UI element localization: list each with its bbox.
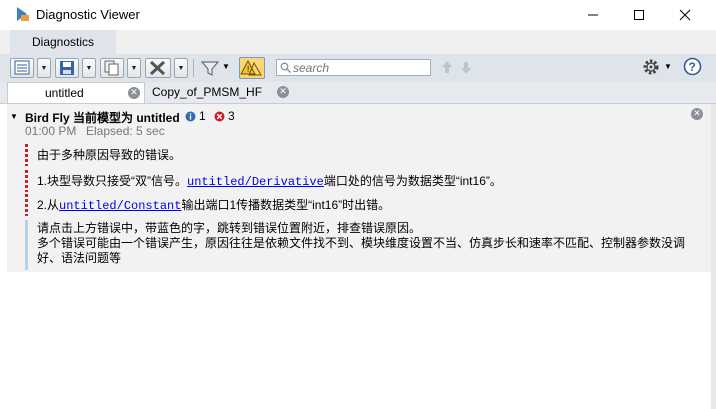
app-icon bbox=[15, 6, 31, 22]
tab-label: Copy_of_PMSM_HF bbox=[152, 85, 263, 99]
tab-copy-of-pmsm-hf[interactable]: Copy_of_PMSM_HF ✕ bbox=[146, 82, 294, 102]
clear-icon bbox=[149, 60, 166, 76]
copy-icon bbox=[104, 60, 119, 76]
maximize-icon bbox=[634, 10, 644, 20]
close-tab-icon[interactable]: ✕ bbox=[128, 87, 140, 99]
info-count: 1 bbox=[199, 109, 206, 123]
copy-button[interactable] bbox=[100, 58, 124, 78]
filter-dropdown[interactable]: ▼ bbox=[222, 62, 230, 71]
copy-dropdown[interactable]: ▼ bbox=[127, 58, 141, 78]
maximize-button[interactable] bbox=[616, 0, 662, 30]
tab-untitled[interactable]: untitled ✕ bbox=[7, 82, 145, 103]
error-marker bbox=[25, 144, 28, 166]
filter-button[interactable] bbox=[199, 58, 221, 78]
settings-dropdown[interactable]: ▼ bbox=[664, 62, 672, 71]
help-button[interactable]: ? bbox=[683, 57, 702, 76]
chevron-down-icon: ▼ bbox=[222, 62, 230, 71]
chevron-down-icon: ▼ bbox=[85, 64, 93, 72]
report-view-button[interactable] bbox=[10, 58, 34, 78]
navigate-up-button[interactable] bbox=[441, 60, 453, 77]
block-link[interactable]: untitled/Constant bbox=[59, 199, 181, 213]
close-tab-icon[interactable]: ✕ bbox=[277, 86, 289, 98]
error-text: 输出端口1传播数据类型“int16”时出错。 bbox=[181, 198, 391, 212]
chevron-down-icon: ▼ bbox=[40, 64, 48, 72]
timestamp: 01:00 PM bbox=[25, 124, 77, 138]
collapse-toggle[interactable]: ▼ bbox=[10, 112, 18, 121]
tab-diagnostics[interactable]: Diagnostics bbox=[10, 30, 116, 54]
filter-icon bbox=[200, 61, 220, 76]
search-icon bbox=[280, 62, 291, 73]
chevron-down-icon: ▼ bbox=[664, 62, 672, 71]
svg-text:?: ? bbox=[689, 60, 696, 74]
close-button[interactable] bbox=[662, 0, 708, 30]
navigate-up-icon bbox=[442, 61, 452, 73]
svg-text:!: ! bbox=[247, 65, 249, 74]
error-count: 3 bbox=[228, 109, 235, 123]
warnings-toggle-icon: ! bbox=[240, 59, 262, 76]
triangle-down-icon: ▼ bbox=[10, 112, 18, 121]
save-dropdown[interactable]: ▼ bbox=[82, 58, 96, 78]
report-view-dropdown[interactable]: ▼ bbox=[37, 58, 51, 78]
dismiss-diagnostic-button[interactable]: ✕ bbox=[691, 108, 703, 120]
error-icon bbox=[214, 111, 225, 122]
help-icon: ? bbox=[683, 57, 702, 76]
scrollbar-track[interactable] bbox=[711, 104, 716, 409]
close-icon: ✕ bbox=[691, 108, 703, 120]
error-text: 2.从 bbox=[37, 198, 60, 212]
error-text: 端口处的信号为数据类型“int16”。 bbox=[323, 174, 502, 188]
info-line: 多个错误可能由一个错误产生，原因往往是依赖文件找不到、模块维度设置不当、仿真步长… bbox=[37, 236, 686, 250]
error-badge bbox=[214, 111, 225, 125]
block-link[interactable]: untitled/Derivative bbox=[187, 175, 324, 189]
clear-dropdown[interactable]: ▼ bbox=[174, 58, 188, 78]
search-field[interactable] bbox=[276, 59, 431, 76]
info-marker bbox=[25, 220, 28, 270]
error-text: 1.块型导数只接受“双”信号。 bbox=[37, 174, 188, 188]
navigate-down-icon bbox=[461, 62, 471, 74]
report-view-icon bbox=[14, 60, 30, 75]
chevron-down-icon: ▼ bbox=[130, 64, 138, 72]
search-input[interactable] bbox=[293, 60, 427, 75]
chevron-down-icon: ▼ bbox=[177, 64, 185, 72]
close-icon bbox=[679, 9, 691, 21]
settings-button[interactable] bbox=[642, 58, 660, 76]
warnings-toggle-button[interactable]: ! bbox=[239, 57, 265, 79]
error-marker bbox=[25, 194, 28, 216]
info-icon bbox=[185, 111, 196, 122]
save-button[interactable] bbox=[55, 58, 79, 78]
window-title: Diagnostic Viewer bbox=[36, 7, 140, 22]
error-message: 2.从untitled/Constant输出端口1传播数据类型“int16”时出… bbox=[37, 196, 390, 213]
minimize-icon bbox=[588, 14, 598, 16]
info-message: 请点击上方错误中，带蓝色的字，跳转到错误位置附近，排查错误原因。 多个错误可能由… bbox=[37, 221, 703, 266]
error-message: 1.块型导数只接受“双”信号。untitled/Derivative端口处的信号… bbox=[37, 172, 502, 189]
elapsed-time: Elapsed: 5 sec bbox=[86, 124, 165, 138]
error-message: 由于多种原因导致的错误。 bbox=[37, 148, 182, 162]
info-badge bbox=[185, 111, 196, 125]
info-line: 好、语法问题等 bbox=[37, 251, 122, 265]
info-line: 请点击上方错误中，带蓝色的字，跳转到错误位置附近，排查错误原因。 bbox=[37, 221, 422, 235]
settings-gear-icon bbox=[643, 59, 659, 75]
tab-label: untitled bbox=[45, 86, 84, 100]
clear-button[interactable] bbox=[145, 58, 171, 78]
empty-panel-area bbox=[7, 272, 711, 409]
error-marker bbox=[25, 170, 28, 192]
save-icon bbox=[60, 61, 74, 75]
navigate-down-button[interactable] bbox=[460, 61, 472, 78]
minimize-button[interactable] bbox=[570, 0, 616, 30]
toolbar-divider bbox=[193, 59, 194, 77]
